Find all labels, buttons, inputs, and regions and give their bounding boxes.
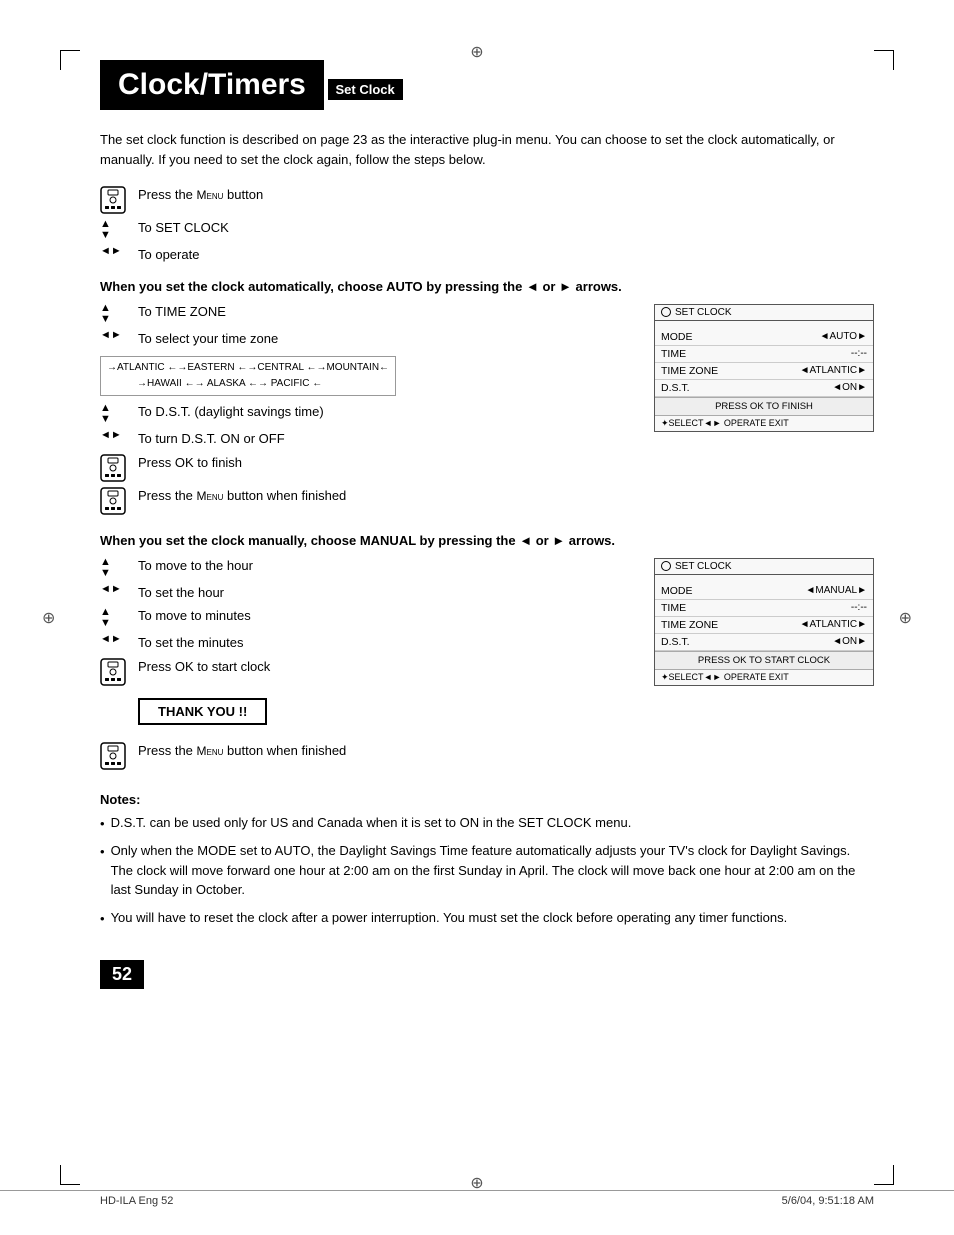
manual-step-5: Press OK to start clock bbox=[100, 657, 634, 686]
auto-screen-nav: ✦SELECT◄► OPERATE EXIT bbox=[655, 416, 873, 431]
manual-screen: SET CLOCK MODE ◄MANUAL► TIME --:-- TIME … bbox=[654, 556, 874, 774]
auto-screen-row-time: TIME --:-- bbox=[655, 346, 873, 363]
manual-step-5-text: Press OK to start clock bbox=[138, 657, 634, 677]
auto-step-6-text: Press the Menu button when finished bbox=[138, 486, 634, 506]
auto-step-1: ▲ ▼ To TIME ZONE bbox=[100, 302, 634, 325]
remote-icon-4 bbox=[100, 657, 138, 686]
remote-icon-3 bbox=[100, 486, 138, 515]
arrow-lr-icon-3: ◄ ► bbox=[100, 429, 138, 441]
footer-right: 5/6/04, 9:51:18 AM bbox=[782, 1195, 874, 1207]
auto-screen-title: SET CLOCK bbox=[655, 305, 873, 321]
arrow-lr-icon-5: ◄ ► bbox=[100, 633, 138, 645]
note-bullet-1: • bbox=[100, 814, 105, 834]
note-item-1: • D.S.T. can be used only for US and Can… bbox=[100, 813, 874, 834]
manual-final-step: Press the Menu button when finished bbox=[100, 741, 634, 770]
manual-screen-footer: PRESS OK TO START CLOCK bbox=[655, 651, 873, 670]
manual-bold-instruction: When you set the clock manually, choose … bbox=[100, 533, 874, 548]
timezone-row2: →HAWAII ←→ ALASKA ←→ PACIFIC ← bbox=[107, 376, 389, 392]
arrow-lr-icon-1: ◄ ► bbox=[100, 245, 138, 257]
auto-screen-row-dst: D.S.T. ◄ON► bbox=[655, 380, 873, 397]
arrow-ud-icon-5: ▲ ▼ bbox=[100, 606, 138, 629]
auto-screen-footer: PRESS OK TO FINISH bbox=[655, 397, 873, 416]
notes-section: Notes: • D.S.T. can be used only for US … bbox=[100, 792, 874, 929]
remote-icon-1 bbox=[100, 185, 138, 214]
page-title: Clock/Timers bbox=[100, 60, 324, 110]
arrow-ud-icon-1: ▲ ▼ bbox=[100, 218, 138, 241]
section-heading: Set Clock bbox=[328, 79, 403, 100]
manual-screen-row-dst: D.S.T. ◄ON► bbox=[655, 634, 873, 651]
auto-screen: SET CLOCK MODE ◄AUTO► TIME --:-- TIME ZO… bbox=[654, 302, 874, 519]
intro-text: The set clock function is described on p… bbox=[100, 130, 874, 169]
auto-screen-row-tz: TIME ZONE ◄ATLANTIC► bbox=[655, 363, 873, 380]
note-text-2: Only when the MODE set to AUTO, the Dayl… bbox=[111, 841, 874, 900]
manual-step-1: ▲ ▼ To move to the hour bbox=[100, 556, 634, 579]
page-content: Clock/Timers Set Clock The set clock fun… bbox=[0, 0, 954, 1235]
initial-steps: Press the Menu button ▲ ▼ To SET CLOCK ◄… bbox=[100, 185, 874, 265]
auto-left-col: ▲ ▼ To TIME ZONE ◄ ► To select your time… bbox=[100, 302, 634, 519]
remote-icon-5 bbox=[100, 741, 138, 770]
note-bullet-3: • bbox=[100, 909, 105, 929]
manual-screen-row-tz: TIME ZONE ◄ATLANTIC► bbox=[655, 617, 873, 634]
auto-step-5: Press OK to finish bbox=[100, 453, 634, 482]
auto-step-3: ▲ ▼ To D.S.T. (daylight savings time) bbox=[100, 402, 634, 425]
auto-step-6: Press the Menu button when finished bbox=[100, 486, 634, 515]
thank-you-box: THANK YOU !! bbox=[138, 698, 267, 725]
auto-screen-box: SET CLOCK MODE ◄AUTO► TIME --:-- TIME ZO… bbox=[654, 304, 874, 432]
step-menu-text: Press the Menu button bbox=[138, 185, 874, 205]
manual-step-2: ◄ ► To set the hour bbox=[100, 583, 634, 603]
arrow-lr-icon-4: ◄ ► bbox=[100, 583, 138, 595]
arrow-ud-icon-3: ▲ ▼ bbox=[100, 402, 138, 425]
step-operate-text: To operate bbox=[138, 245, 874, 265]
manual-final-step-text: Press the Menu button when finished bbox=[138, 741, 634, 761]
step-set-clock-text: To SET CLOCK bbox=[138, 218, 874, 238]
arrow-ud-icon-2: ▲ ▼ bbox=[100, 302, 138, 325]
manual-left-col: ▲ ▼ To move to the hour ◄ ► To set the h… bbox=[100, 556, 634, 774]
timezone-diagram: →ATLANTIC ←→EASTERN ←→CENTRAL ←→MOUNTAIN… bbox=[100, 356, 396, 396]
auto-step-2: ◄ ► To select your time zone bbox=[100, 329, 634, 349]
notes-title: Notes: bbox=[100, 792, 874, 807]
auto-section: ▲ ▼ To TIME ZONE ◄ ► To select your time… bbox=[100, 302, 874, 519]
auto-screen-row-mode: MODE ◄AUTO► bbox=[655, 329, 873, 346]
manual-screen-nav: ✦SELECT◄► OPERATE EXIT bbox=[655, 670, 873, 685]
note-bullet-2: • bbox=[100, 842, 105, 900]
manual-step-1-text: To move to the hour bbox=[138, 556, 634, 576]
manual-step-3-text: To move to minutes bbox=[138, 606, 634, 626]
note-text-1: D.S.T. can be used only for US and Canad… bbox=[111, 813, 874, 834]
manual-screen-title: SET CLOCK bbox=[655, 559, 873, 575]
arrow-ud-icon-4: ▲ ▼ bbox=[100, 556, 138, 579]
step-operate: ◄ ► To operate bbox=[100, 245, 874, 265]
note-item-3: • You will have to reset the clock after… bbox=[100, 908, 874, 929]
footer-left: HD-ILA Eng 52 bbox=[100, 1195, 173, 1207]
page-number: 52 bbox=[100, 960, 144, 989]
screen-circle-icon bbox=[661, 307, 671, 317]
manual-screen-row-time: TIME --:-- bbox=[655, 600, 873, 617]
manual-step-2-text: To set the hour bbox=[138, 583, 634, 603]
auto-step-1-text: To TIME ZONE bbox=[138, 302, 634, 322]
timezone-row1: →ATLANTIC ←→EASTERN ←→CENTRAL ←→MOUNTAIN… bbox=[107, 360, 389, 376]
auto-bold-instruction: When you set the clock automatically, ch… bbox=[100, 279, 874, 294]
manual-section: ▲ ▼ To move to the hour ◄ ► To set the h… bbox=[100, 556, 874, 774]
auto-step-2-text: To select your time zone bbox=[138, 329, 634, 349]
auto-step-5-text: Press OK to finish bbox=[138, 453, 634, 473]
manual-step-4-text: To set the minutes bbox=[138, 633, 634, 653]
step-set-clock: ▲ ▼ To SET CLOCK bbox=[100, 218, 874, 241]
manual-screen-row-mode: MODE ◄MANUAL► bbox=[655, 583, 873, 600]
manual-screen-box: SET CLOCK MODE ◄MANUAL► TIME --:-- TIME … bbox=[654, 558, 874, 686]
note-text-3: You will have to reset the clock after a… bbox=[111, 908, 874, 929]
auto-step-4-text: To turn D.S.T. ON or OFF bbox=[138, 429, 634, 449]
auto-step-4: ◄ ► To turn D.S.T. ON or OFF bbox=[100, 429, 634, 449]
manual-screen-circle-icon bbox=[661, 561, 671, 571]
arrow-lr-icon-2: ◄ ► bbox=[100, 329, 138, 341]
manual-step-3: ▲ ▼ To move to minutes bbox=[100, 606, 634, 629]
manual-step-4: ◄ ► To set the minutes bbox=[100, 633, 634, 653]
auto-step-3-text: To D.S.T. (daylight savings time) bbox=[138, 402, 634, 422]
step-press-menu: Press the Menu button bbox=[100, 185, 874, 214]
page-footer: HD-ILA Eng 52 5/6/04, 9:51:18 AM bbox=[0, 1190, 954, 1207]
remote-icon-2 bbox=[100, 453, 138, 482]
note-item-2: • Only when the MODE set to AUTO, the Da… bbox=[100, 841, 874, 900]
